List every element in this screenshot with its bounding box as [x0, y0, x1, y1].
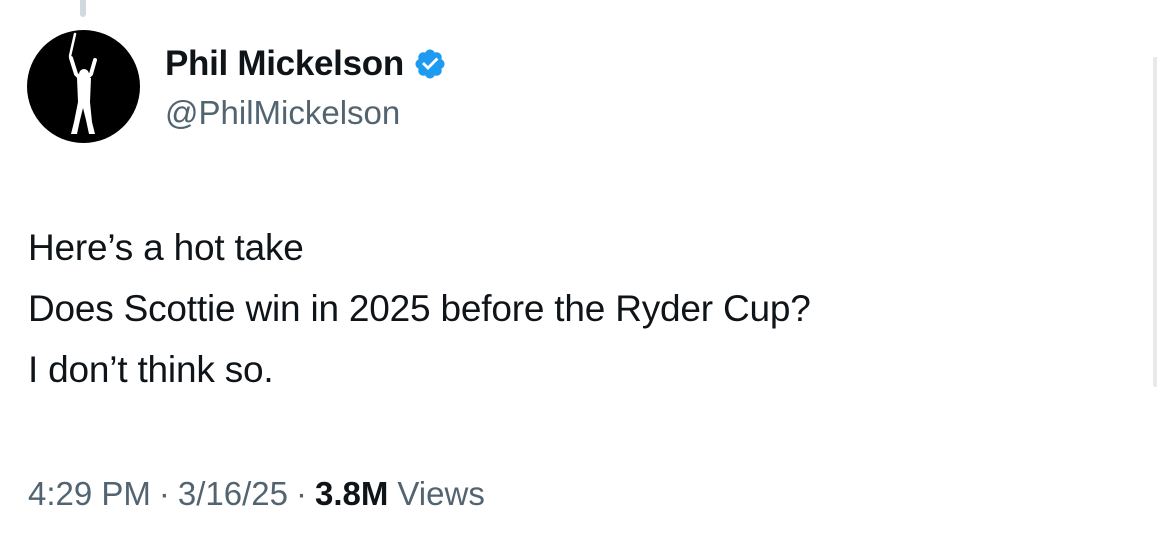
golfer-silhouette-icon [68, 32, 97, 134]
tweet-date[interactable]: 3/16/25 [178, 475, 288, 513]
author-handle[interactable]: @PhilMickelson [165, 94, 447, 132]
tweet-author: Phil Mickelson @PhilMickelson [165, 38, 447, 132]
tweet-time[interactable]: 4:29 PM [28, 475, 151, 513]
tweet-metadata: 4:29 PM · 3/16/25 · 3.8M Views [28, 475, 485, 513]
scrollbar[interactable] [1153, 57, 1157, 387]
meta-separator: · [296, 475, 308, 512]
author-display-name[interactable]: Phil Mickelson [165, 44, 404, 84]
meta-separator: · [158, 475, 170, 512]
verified-badge-icon[interactable] [413, 47, 447, 81]
tweet-line: I don’t think so. [28, 349, 274, 390]
thread-connector-line [80, 0, 86, 17]
tweet-body: Here’s a hot take Does Scottie win in 20… [28, 217, 811, 400]
tweet-line: Here’s a hot take [28, 227, 304, 268]
views-count[interactable]: 3.8M [315, 475, 388, 513]
author-name-row: Phil Mickelson [165, 38, 447, 90]
tweet-line: Does Scottie win in 2025 before the Ryde… [28, 288, 811, 329]
views-label[interactable]: Views [397, 475, 484, 513]
avatar[interactable] [27, 30, 140, 143]
